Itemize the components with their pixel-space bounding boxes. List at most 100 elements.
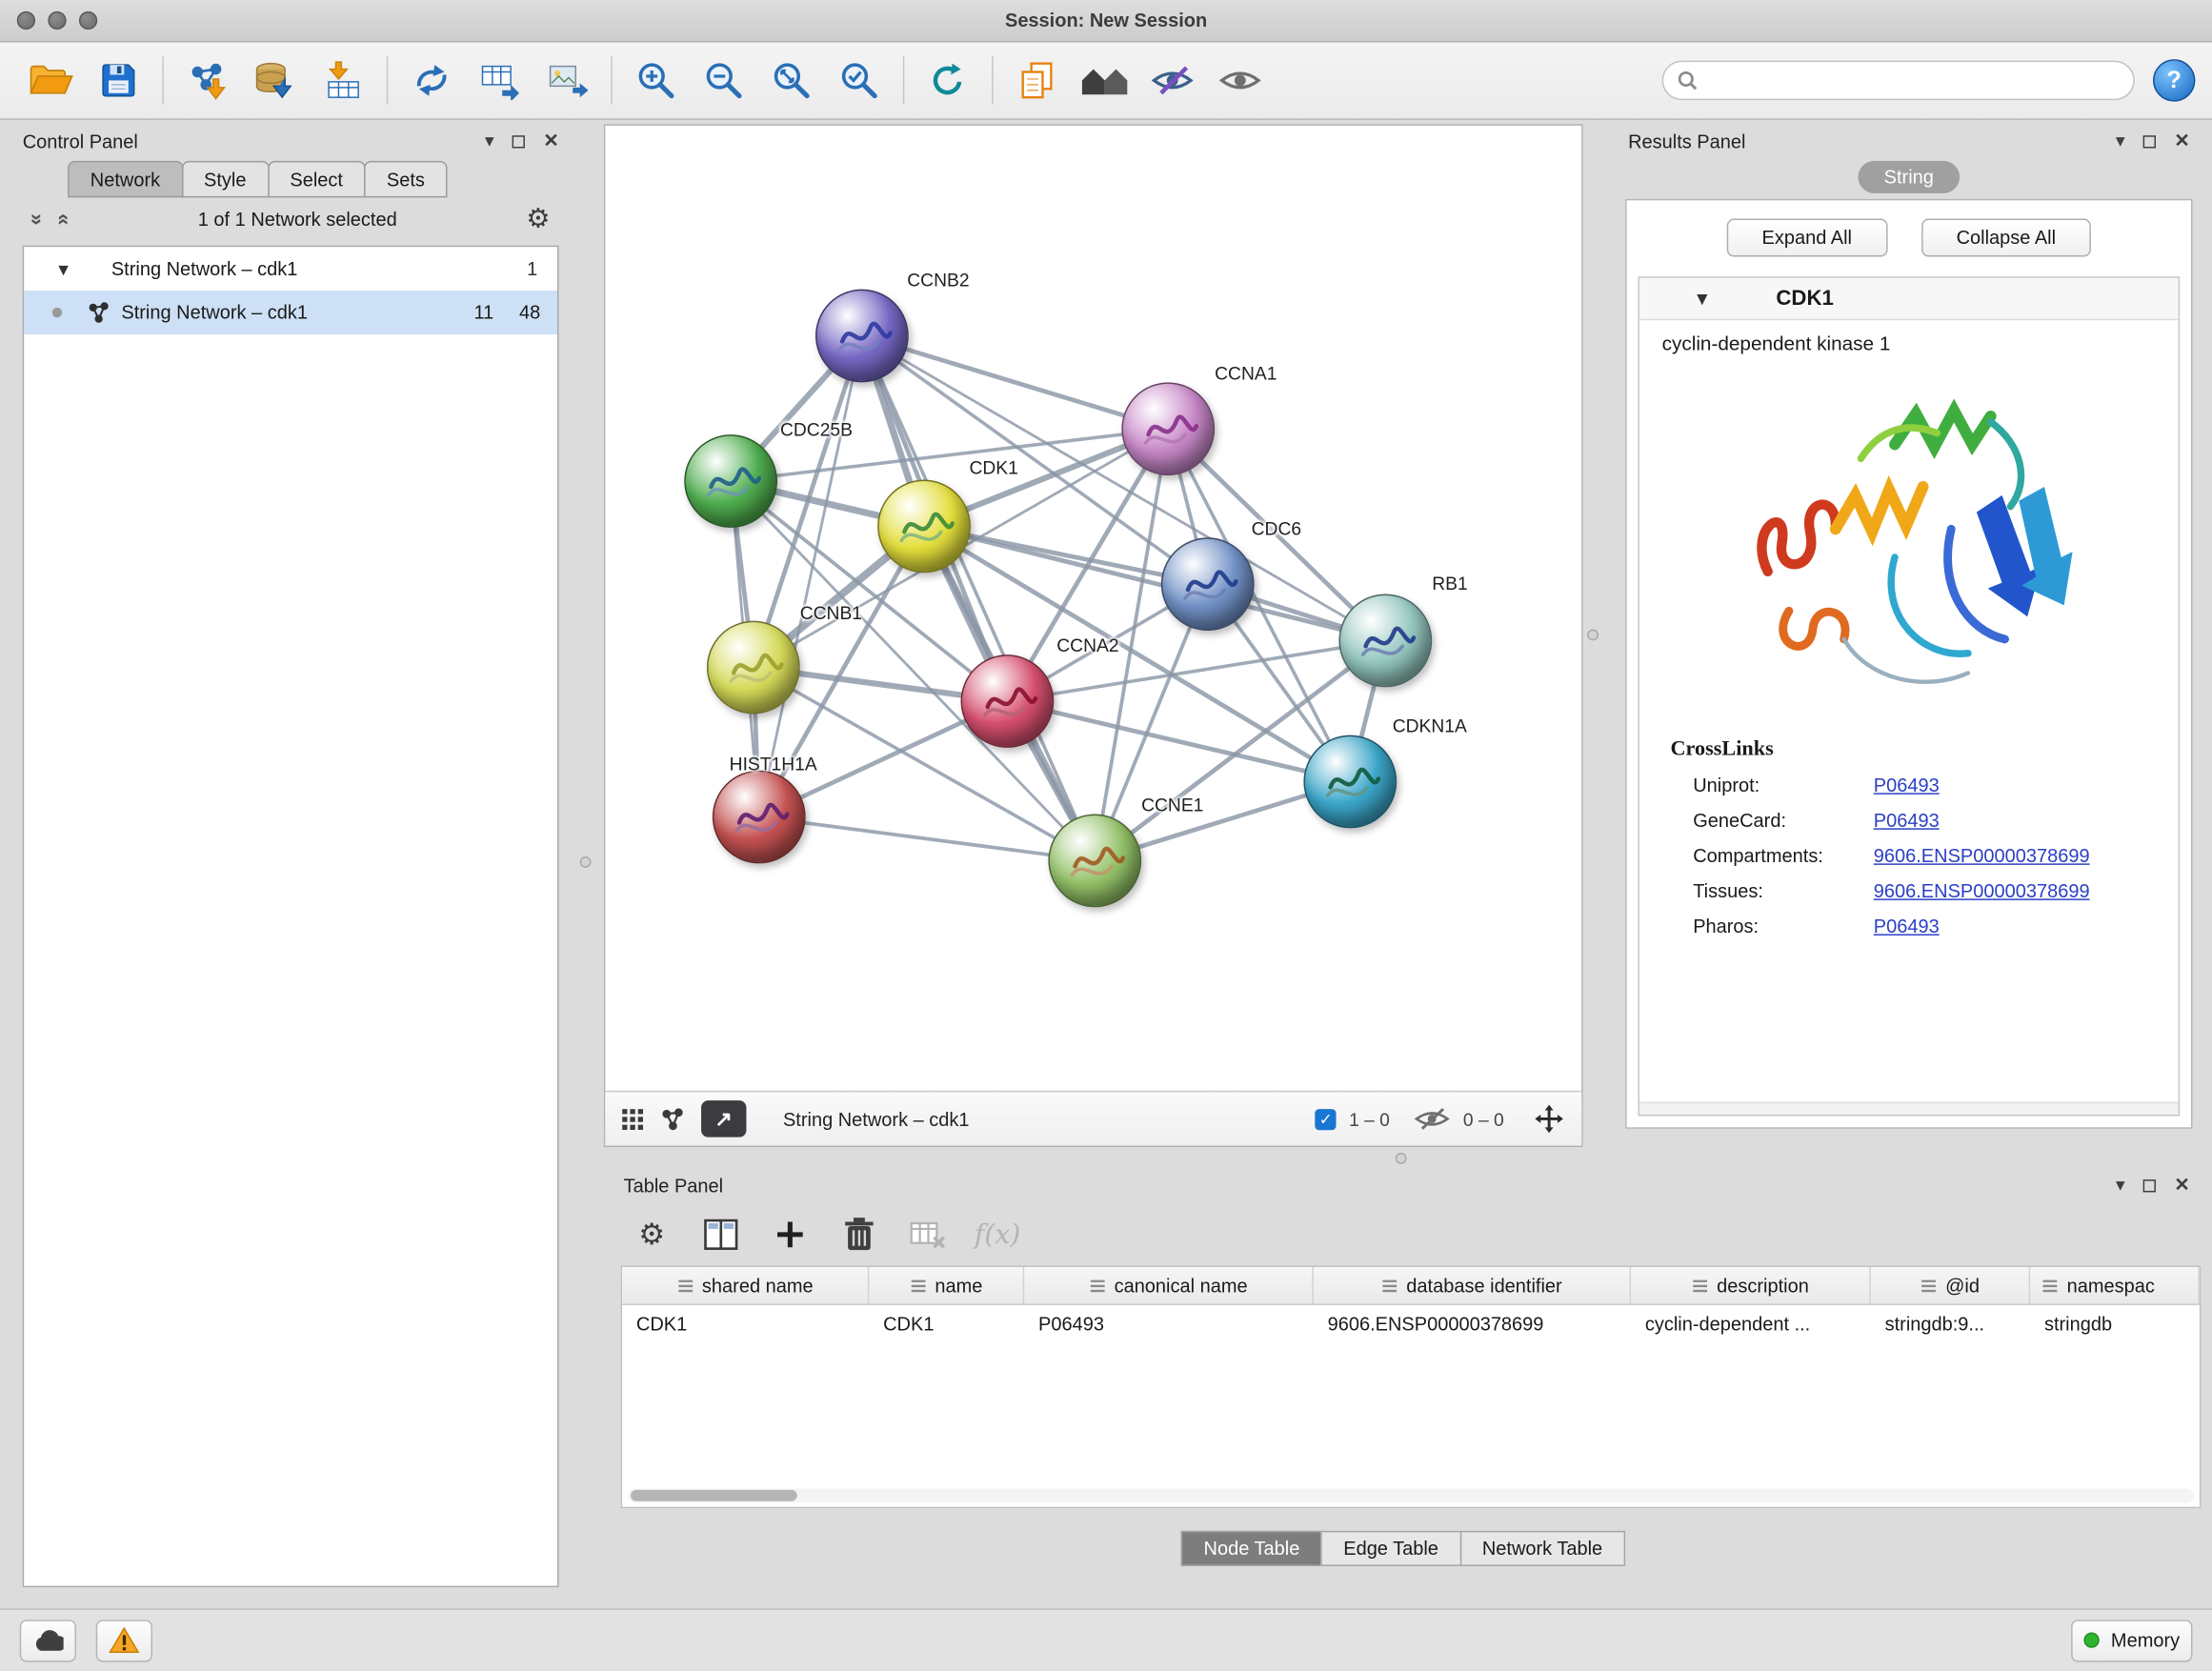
- crosslink-value-link[interactable]: 9606.ENSP00000378699: [1874, 880, 2090, 901]
- tab-network[interactable]: Network: [68, 161, 183, 198]
- tab-sets[interactable]: Sets: [364, 161, 447, 198]
- table-tab-network-table[interactable]: Network Table: [1459, 1531, 1625, 1566]
- table-tab-edge-table[interactable]: Edge Table: [1321, 1531, 1461, 1566]
- panel-close-icon[interactable]: ✕: [543, 130, 558, 152]
- search-field[interactable]: [1662, 61, 2135, 100]
- network-edge[interactable]: [924, 526, 1385, 640]
- column-header--id[interactable]: @id: [1871, 1267, 2030, 1304]
- table-horizontal-scrollbar[interactable]: [628, 1488, 2194, 1502]
- import-network-from-database-button[interactable]: [241, 50, 309, 110]
- panel-menu-icon[interactable]: ▾: [485, 130, 494, 152]
- minimize-window-button[interactable]: [48, 11, 66, 30]
- zoom-selected-button[interactable]: [825, 50, 893, 110]
- close-window-button[interactable]: [17, 11, 35, 30]
- panel-float-icon[interactable]: [513, 134, 525, 147]
- panel-close-icon[interactable]: ✕: [2174, 130, 2189, 152]
- network-collection-row[interactable]: ▼ String Network – cdk1 1: [24, 247, 557, 291]
- new-network-from-selection-button[interactable]: [398, 50, 466, 110]
- column-header-name[interactable]: name: [869, 1267, 1024, 1304]
- network-node-hist1h1a[interactable]: [713, 771, 806, 864]
- open-in-string-button[interactable]: ↗: [701, 1100, 746, 1137]
- delete-column-button[interactable]: [831, 1209, 887, 1259]
- panel-close-icon[interactable]: ✕: [2174, 1174, 2189, 1197]
- create-column-button[interactable]: [762, 1209, 818, 1259]
- import-network-from-file-button[interactable]: [173, 50, 241, 110]
- panel-float-icon[interactable]: [2143, 134, 2156, 147]
- network-node-cdk1[interactable]: [877, 480, 971, 574]
- splitter-handle[interactable]: [580, 856, 592, 868]
- section-collapse-icon[interactable]: ▼: [1693, 288, 1711, 309]
- network-node-rb1[interactable]: [1338, 594, 1432, 688]
- expand-all-networks-icon[interactable]: »: [50, 212, 74, 224]
- panel-menu-icon[interactable]: ▾: [2116, 1174, 2125, 1197]
- column-header-canonical-name[interactable]: canonical name: [1024, 1267, 1314, 1304]
- network-node-ccnb2[interactable]: [815, 290, 909, 383]
- network-node-cdkn1a[interactable]: [1303, 735, 1397, 829]
- pan-crosshair-icon[interactable]: [1534, 1103, 1565, 1135]
- expand-all-button[interactable]: Expand All: [1726, 219, 1887, 257]
- table-tab-node-table[interactable]: Node Table: [1181, 1531, 1322, 1566]
- collapse-all-networks-icon[interactable]: »: [25, 212, 49, 224]
- tree-expand-icon[interactable]: ▼: [55, 259, 72, 279]
- zoom-fit-button[interactable]: [757, 50, 825, 110]
- search-input[interactable]: [1707, 70, 2119, 91]
- network-node-ccna1[interactable]: [1121, 382, 1215, 475]
- splitter-handle[interactable]: [1587, 630, 1599, 641]
- results-scrollbar[interactable]: [1639, 1102, 2179, 1115]
- table-panel-tabs: Node TableEdge TableNetwork Table: [604, 1531, 2201, 1566]
- protein-section-header[interactable]: ▼ CDK1: [1639, 278, 2179, 320]
- table-row[interactable]: CDK1CDK1P064939606.ENSP00000378699cyclin…: [622, 1305, 2200, 1343]
- tab-select[interactable]: Select: [268, 161, 366, 198]
- network-node-cdc6[interactable]: [1161, 537, 1255, 631]
- zoom-out-button[interactable]: [690, 50, 757, 110]
- copy-document-button[interactable]: [1003, 50, 1071, 110]
- network-node-ccnb1[interactable]: [707, 621, 800, 715]
- cloud-status-button[interactable]: [20, 1619, 76, 1661]
- show-hidden-button[interactable]: [1206, 50, 1274, 110]
- selected-checkbox-icon[interactable]: ✓: [1316, 1108, 1337, 1129]
- export-image-button[interactable]: [533, 50, 601, 110]
- network-edge[interactable]: [862, 335, 1095, 860]
- save-session-button[interactable]: [85, 50, 152, 110]
- export-table-button[interactable]: [466, 50, 533, 110]
- tab-string[interactable]: String: [1859, 161, 1960, 193]
- crosslink-value-link[interactable]: P06493: [1874, 810, 1940, 831]
- show-all-networks-button[interactable]: [1071, 50, 1138, 110]
- network-canvas[interactable]: CCNB2CCNA1CDC25BCDK1CDC6RB1CCNB1CCNA2CDK…: [605, 126, 1581, 1091]
- scrollbar-thumb[interactable]: [631, 1490, 797, 1501]
- network-edge[interactable]: [759, 335, 862, 816]
- panel-float-icon[interactable]: [2143, 1178, 2156, 1191]
- column-header-shared-name[interactable]: shared name: [622, 1267, 869, 1304]
- panel-menu-icon[interactable]: ▾: [2116, 130, 2125, 152]
- collapse-all-button[interactable]: Collapse All: [1921, 219, 2092, 257]
- network-node-ccne1[interactable]: [1048, 815, 1141, 908]
- crosslink-value-link[interactable]: P06493: [1874, 916, 1940, 936]
- grid-mode-icon[interactable]: [622, 1108, 643, 1129]
- network-node-ccna2[interactable]: [961, 654, 1055, 748]
- import-table-from-file-button[interactable]: [309, 50, 376, 110]
- hide-selected-button[interactable]: [1138, 50, 1206, 110]
- apply-layout-button[interactable]: [915, 50, 982, 110]
- help-button[interactable]: ?: [2153, 59, 2195, 101]
- memory-button[interactable]: Memory: [2071, 1619, 2192, 1661]
- splitter-handle[interactable]: [1396, 1153, 1407, 1164]
- zoom-in-button[interactable]: [622, 50, 690, 110]
- column-header-database-identifier[interactable]: database identifier: [1314, 1267, 1631, 1304]
- network-edge[interactable]: [759, 816, 1095, 860]
- crosslink-value-link[interactable]: P06493: [1874, 775, 1940, 795]
- warnings-button[interactable]: [96, 1619, 152, 1661]
- column-header-namespac[interactable]: namespac: [2030, 1267, 2200, 1304]
- network-node-cdc25b[interactable]: [684, 434, 777, 528]
- open-session-button[interactable]: [17, 50, 85, 110]
- birds-eye-view-icon[interactable]: [660, 1107, 684, 1131]
- tab-style[interactable]: Style: [181, 161, 269, 198]
- table-settings-button[interactable]: ⚙: [624, 1209, 680, 1259]
- network-options-gear-icon[interactable]: ⚙: [526, 203, 550, 235]
- zoom-window-button[interactable]: [79, 11, 97, 30]
- control-panel-header: Control Panel ▾ ✕: [11, 123, 570, 160]
- show-columns-button[interactable]: [693, 1209, 749, 1259]
- table-cell: 9606.ENSP00000378699: [1314, 1314, 1631, 1335]
- column-header-description[interactable]: description: [1631, 1267, 1871, 1304]
- network-row-selected[interactable]: String Network – cdk1 11 48: [24, 291, 557, 334]
- crosslink-value-link[interactable]: 9606.ENSP00000378699: [1874, 845, 2090, 866]
